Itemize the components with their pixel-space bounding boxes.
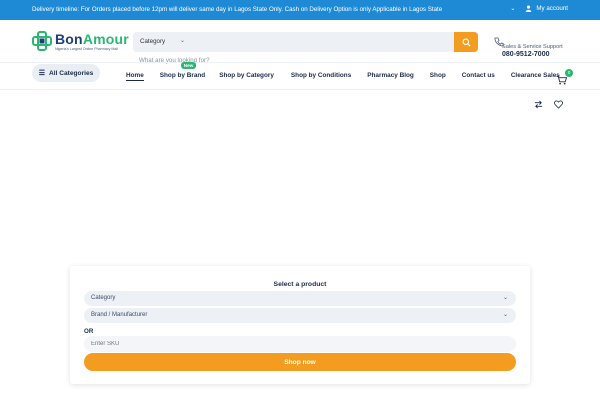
logo-tagline: Nigeria's Largest Online Pharmacy Mall xyxy=(55,46,119,51)
cart-icon xyxy=(556,75,568,85)
category-select-value: Category xyxy=(91,295,116,301)
logo-text: BonAmour Nigeria's Largest Online Pharma… xyxy=(55,32,129,51)
topbar-right: ⌄ My account xyxy=(510,5,568,12)
nav-item-shop[interactable]: Shop xyxy=(430,72,446,81)
logo-cross-icon xyxy=(32,31,52,51)
chevron-down-icon[interactable]: ⌄ xyxy=(180,37,185,44)
user-icon xyxy=(526,5,532,12)
cart-button[interactable]: 0 xyxy=(556,69,573,90)
nav-item-shop-by-brand[interactable]: Shop by Brand New xyxy=(159,62,206,81)
shop-now-button[interactable]: Shop now xyxy=(84,353,516,371)
my-account-label: My account xyxy=(536,5,568,12)
new-badge: New xyxy=(180,62,197,69)
or-label: OR xyxy=(84,328,94,335)
chevron-down-icon: ⌄ xyxy=(502,295,508,301)
logo-name-part-a: Bon xyxy=(55,30,83,47)
nav-item-contact-us[interactable]: Contact us xyxy=(462,72,495,81)
nav-item-shop-by-brand-label: Shop by Brand xyxy=(159,72,206,79)
all-categories-label: All Categories xyxy=(48,69,94,77)
logo-name-part-b: Amour xyxy=(82,30,129,47)
cart-count-badge: 0 xyxy=(565,69,573,77)
brand-select-value: Brand / Manufacturer xyxy=(91,312,148,318)
nav-item-shop-by-conditions[interactable]: Shop by Conditions xyxy=(291,72,351,81)
category-select[interactable]: Category ⌄ xyxy=(84,291,516,306)
heart-icon[interactable] xyxy=(554,100,563,109)
sku-input[interactable] xyxy=(84,336,516,352)
chevron-down-icon: ⌄ xyxy=(502,312,508,318)
brand-select[interactable]: Brand / Manufacturer ⌄ xyxy=(84,308,516,323)
main-navigation: ☰ All Categories Home Shop by Brand New … xyxy=(0,62,600,90)
nav-menu: Home Shop by Brand New Shop by Category … xyxy=(126,62,560,81)
product-selector-card: Select a product Category ⌄ Brand / Manu… xyxy=(70,266,530,384)
announcement-bar: Delivery timeline: For Orders placed bef… xyxy=(0,0,600,20)
compare-icon[interactable] xyxy=(534,100,543,109)
site-logo[interactable]: BonAmour Nigeria's Largest Online Pharma… xyxy=(32,31,129,51)
product-tools xyxy=(534,100,563,109)
search-button[interactable] xyxy=(454,32,478,52)
delivery-message: Delivery timeline: For Orders placed bef… xyxy=(32,6,443,13)
nav-item-clearance-sales[interactable]: Clearance Sales xyxy=(511,72,560,81)
support-label: Sales & Service Support xyxy=(502,44,563,50)
site-header: BonAmour Nigeria's Largest Online Pharma… xyxy=(0,20,600,64)
search-category-select[interactable]: Category xyxy=(140,38,165,45)
all-categories-button[interactable]: ☰ All Categories xyxy=(32,64,100,82)
menu-icon: ☰ xyxy=(38,70,45,77)
chevron-down-icon[interactable]: ⌄ xyxy=(510,5,515,12)
nav-item-home[interactable]: Home xyxy=(126,72,144,81)
selector-title: Select a product xyxy=(273,281,327,288)
support-phone[interactable]: 080-9512-7000 xyxy=(502,51,550,58)
nav-item-pharmacy-blog[interactable]: Pharmacy Blog xyxy=(367,72,414,81)
nav-item-shop-by-category[interactable]: Shop by Category xyxy=(219,72,274,81)
search-icon xyxy=(461,37,471,47)
my-account-link[interactable]: My account xyxy=(525,5,568,12)
search-bar[interactable]: Category ⌄ What are you looking for? xyxy=(133,32,478,64)
